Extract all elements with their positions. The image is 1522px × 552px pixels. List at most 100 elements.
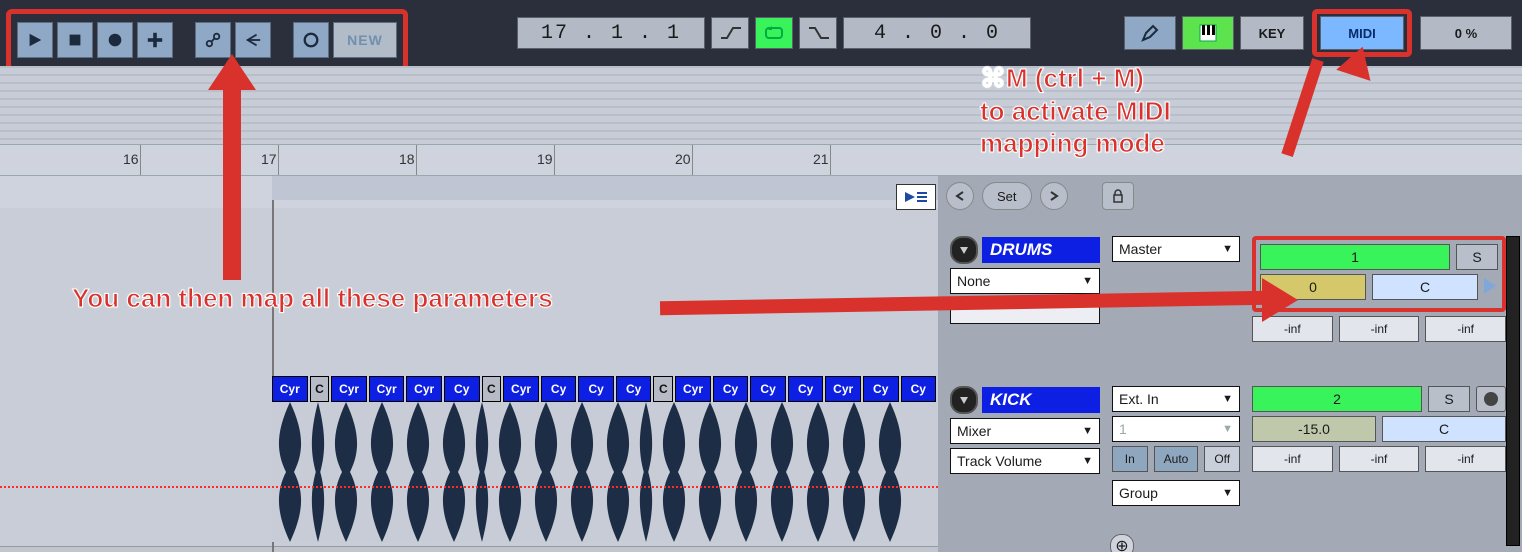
waveform (364, 402, 400, 542)
clip-label[interactable]: Cy (616, 376, 652, 402)
pan-control[interactable]: C (1382, 416, 1506, 442)
clip-label[interactable]: C (653, 376, 673, 402)
clip-label[interactable]: C (482, 376, 502, 402)
loop-length[interactable]: 4 . 0 . 0 (843, 17, 1031, 49)
arrangement-view[interactable]: CyrCCyrCyrCyrCyCCyrCyCyCyCCyrCyCyCyCyrCy… (0, 176, 938, 552)
beat-time-ruler[interactable]: 16 17 18 19 20 21 (0, 144, 1522, 176)
clip-label[interactable]: Cy (713, 376, 749, 402)
draw-mode-button[interactable] (1124, 16, 1176, 50)
track-subdevice-select[interactable]: None▼ (950, 268, 1100, 294)
locator-set-button[interactable]: Set (982, 182, 1032, 210)
nav-forward-button[interactable] (1040, 182, 1068, 210)
solo-button[interactable]: S (1428, 386, 1470, 412)
mapped-params-highlight: 1 S 0 C (1252, 236, 1506, 312)
capture-button[interactable] (293, 22, 329, 58)
ruler-tick: 20 (675, 151, 691, 167)
automation-arm-button[interactable] (195, 22, 231, 58)
clip-label[interactable]: Cyr (675, 376, 711, 402)
clip-label[interactable]: C (310, 376, 330, 402)
kick-group-select[interactable]: Group▼ (1112, 480, 1240, 506)
waveform (436, 402, 472, 542)
waveform (400, 402, 436, 542)
waveform (308, 402, 328, 542)
punch-out-button[interactable] (799, 17, 837, 49)
add-lane-button[interactable]: ⊕ (1110, 534, 1134, 552)
cpu-load-meter: 0 % (1420, 16, 1512, 50)
kick-trackvol-select[interactable]: Track Volume▼ (950, 448, 1100, 474)
computer-midi-keyboard-button[interactable] (1182, 16, 1234, 50)
waveform (692, 402, 728, 542)
clip-label[interactable]: Cyr (369, 376, 405, 402)
send-a[interactable]: -inf (1252, 446, 1333, 472)
clip-label[interactable]: Cyr (272, 376, 308, 402)
arm-button[interactable] (1476, 386, 1506, 412)
clip-label[interactable]: Cy (444, 376, 480, 402)
clip-label[interactable]: Cyr (825, 376, 861, 402)
punch-in-button[interactable] (711, 17, 749, 49)
ruler-tick: 19 (537, 151, 553, 167)
send-c[interactable]: -inf (1425, 446, 1506, 472)
waveform (328, 402, 364, 542)
clip-label[interactable]: Cyr (406, 376, 442, 402)
crossfade-a-icon[interactable] (1484, 274, 1498, 298)
track-delay[interactable]: 0 (1260, 274, 1366, 300)
track-activator[interactable]: 2 (1252, 386, 1422, 412)
send-b[interactable]: -inf (1339, 316, 1420, 342)
track-name[interactable]: KICK (982, 387, 1100, 413)
kick-mixer-select[interactable]: Mixer▼ (950, 418, 1100, 444)
kick-channel-select[interactable]: 1▼ (1112, 416, 1240, 442)
waveform (492, 402, 528, 542)
overview-lane[interactable]: 16 17 18 19 20 21 (0, 66, 1522, 176)
monitor-auto[interactable]: Auto (1154, 446, 1199, 472)
send-c[interactable]: -inf (1425, 316, 1506, 342)
track-fold-button[interactable] (950, 386, 978, 414)
send-a[interactable]: -inf (1252, 316, 1333, 342)
clip-label[interactable]: Cyr (503, 376, 539, 402)
send-b[interactable]: -inf (1339, 446, 1420, 472)
clip-label[interactable]: Cy (750, 376, 786, 402)
clip-label[interactable]: Cy (578, 376, 614, 402)
waveform (272, 402, 308, 542)
lock-envelopes-button[interactable] (1102, 182, 1134, 210)
track-strip-kick: KICK Mixer▼ Track Volume▼ ⊕ Ext. In▼ 1▼ … (950, 386, 1506, 526)
stop-button[interactable] (57, 22, 93, 58)
ruler-tick: 18 (399, 151, 415, 167)
transport-controls: NEW (6, 9, 408, 71)
track-name[interactable]: DRUMS (982, 237, 1100, 263)
audio-clip-waveforms[interactable] (272, 402, 938, 542)
clip-label[interactable]: Cy (788, 376, 824, 402)
waveform (836, 402, 872, 542)
clip-label[interactable]: Cy (901, 376, 937, 402)
ruler-tick: 16 (123, 151, 139, 167)
waveform (872, 402, 908, 542)
ruler-tick: 17 (261, 151, 277, 167)
clip-label[interactable]: Cy (541, 376, 577, 402)
solo-button[interactable]: S (1456, 244, 1498, 270)
loop-button[interactable] (755, 17, 793, 49)
clip-label[interactable]: Cy (863, 376, 899, 402)
overdub-button[interactable] (137, 22, 173, 58)
waveform (800, 402, 836, 542)
track-routing-select[interactable]: Master▼ (1112, 236, 1240, 262)
clip-lane[interactable]: CyrCCyrCyrCyrCyCCyrCyCyCyCCyrCyCyCyCyrCy… (272, 376, 938, 402)
waveform (564, 402, 600, 542)
nav-back-button[interactable] (946, 182, 974, 210)
play-button[interactable] (17, 22, 53, 58)
waveform (636, 402, 656, 542)
arrangement-position[interactable]: 17 . 1 . 1 (517, 17, 705, 49)
monitor-in[interactable]: In (1112, 446, 1148, 472)
midi-map-button[interactable]: MIDI (1320, 16, 1404, 50)
pan-control[interactable]: C (1372, 274, 1478, 300)
kick-routing-select[interactable]: Ext. In▼ (1112, 386, 1240, 412)
key-map-button[interactable]: KEY (1240, 16, 1304, 50)
track-empty-select[interactable] (950, 298, 1100, 324)
follow-button[interactable] (896, 184, 936, 210)
volume-value[interactable]: -15.0 (1252, 416, 1376, 442)
clip-label[interactable]: Cyr (331, 376, 367, 402)
reenable-automation-button[interactable] (235, 22, 271, 58)
record-button[interactable] (97, 22, 133, 58)
new-clip-button[interactable]: NEW (333, 22, 397, 58)
track-activator[interactable]: 1 (1260, 244, 1450, 270)
monitor-off[interactable]: Off (1204, 446, 1240, 472)
track-fold-button[interactable] (950, 236, 978, 264)
